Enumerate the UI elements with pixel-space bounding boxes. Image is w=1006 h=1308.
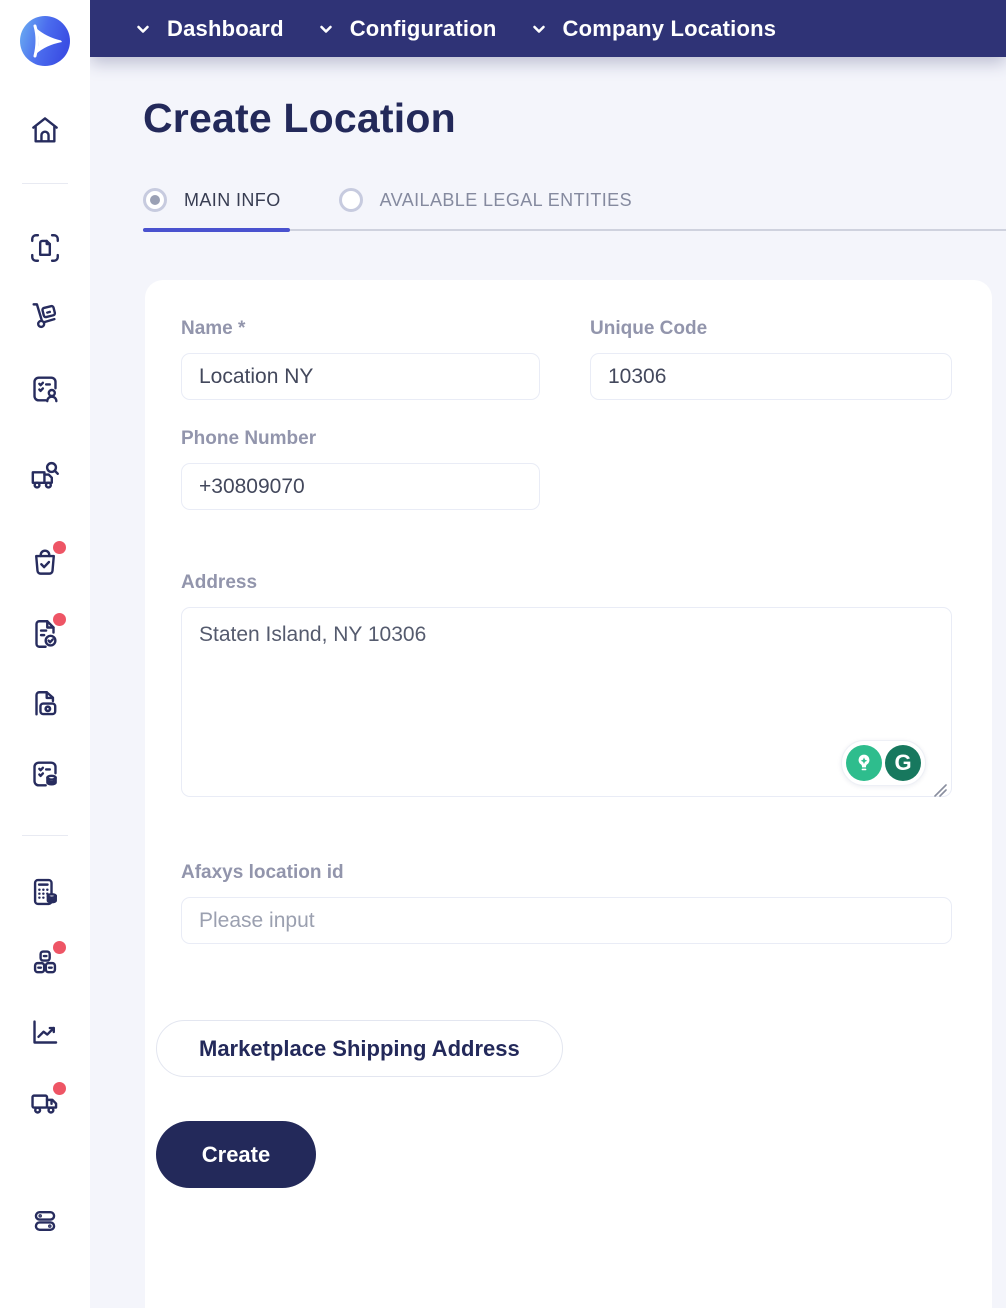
breadcrumb-company-locations[interactable]: Company Locations	[531, 16, 777, 42]
breadcrumb-dashboard[interactable]: Dashboard	[135, 16, 284, 42]
page-content: Create Location MAIN INFO AVAILABLE LEGA…	[90, 57, 1006, 1308]
notification-badge	[53, 541, 66, 554]
sidebar-item-document-scan[interactable]	[24, 227, 66, 269]
field-address: Address Staten Island, NY 10306 G	[181, 572, 952, 802]
toggles-icon	[34, 1211, 56, 1231]
sidebar-item-hand-truck[interactable]	[24, 295, 66, 337]
hand-truck-icon	[32, 303, 57, 329]
sidebar-item-home[interactable]	[24, 109, 66, 151]
sidebar-item-bag-check[interactable]	[24, 541, 66, 583]
unique-code-label: Unique Code	[590, 318, 708, 339]
sidebar	[0, 0, 90, 1308]
sidebar-item-clipboard-user[interactable]	[24, 368, 66, 410]
clipboard-user-icon	[33, 376, 58, 403]
notification-badge	[53, 1082, 66, 1095]
breadcrumb-topbar: Dashboard Configuration Company Location…	[90, 0, 1006, 57]
chevron-down-icon	[319, 25, 332, 33]
sidebar-item-document-check[interactable]	[24, 613, 66, 655]
sidebar-divider	[22, 183, 68, 184]
radio-unselected-icon	[338, 188, 363, 212]
name-input[interactable]	[181, 353, 540, 400]
document-scan-icon	[31, 234, 59, 262]
sidebar-item-boxes[interactable]	[24, 941, 66, 983]
chevron-down-icon	[532, 25, 545, 33]
tab-label: MAIN INFO	[184, 189, 281, 210]
document-card-icon	[35, 691, 57, 716]
sidebar-item-toggles[interactable]	[24, 1200, 66, 1242]
clipboard-coins-icon	[33, 761, 57, 787]
sidebar-item-calculator-coins[interactable]	[24, 871, 66, 913]
grammarly-widget[interactable]: G	[841, 740, 926, 786]
radio-selected-icon	[143, 188, 167, 212]
phone-label: Phone Number	[181, 428, 317, 449]
chevron-down-icon	[137, 25, 149, 33]
tab-bar: MAIN INFO AVAILABLE LEGAL ENTITIES	[143, 188, 1006, 212]
breadcrumb-configuration[interactable]: Configuration	[318, 16, 497, 42]
sidebar-divider	[22, 835, 68, 836]
page-title: Create Location	[143, 95, 456, 141]
phone-input[interactable]	[181, 463, 540, 510]
marketplace-shipping-address-button[interactable]: Marketplace Shipping Address	[156, 1020, 563, 1077]
sidebar-item-truck-search[interactable]	[24, 455, 66, 497]
notification-badge	[53, 613, 66, 626]
address-textarea[interactable]: Staten Island, NY 10306	[181, 607, 952, 797]
field-afaxys-location-id: Afaxys location id	[181, 862, 952, 944]
sidebar-item-document-card[interactable]	[24, 684, 66, 726]
afaxys-label: Afaxys location id	[181, 862, 344, 883]
form-card: Name * Unique Code Phone Number Address …	[145, 280, 992, 1308]
create-button[interactable]: Create	[156, 1121, 316, 1188]
field-phone: Phone Number	[181, 428, 540, 510]
address-label: Address	[181, 572, 258, 593]
lightbulb-suggestion-icon[interactable]	[846, 745, 882, 781]
main-area: Dashboard Configuration Company Location…	[90, 0, 1006, 1308]
tab-underline	[143, 228, 1006, 232]
chart-line-icon	[33, 1020, 58, 1044]
field-name: Name *	[181, 318, 540, 400]
breadcrumb-label[interactable]: Company Locations	[563, 16, 777, 42]
tab-available-legal-entities[interactable]: AVAILABLE LEGAL ENTITIES	[338, 188, 632, 212]
unique-code-input[interactable]	[590, 353, 952, 400]
name-label: Name *	[181, 318, 246, 339]
tab-label: AVAILABLE LEGAL ENTITIES	[379, 189, 632, 210]
breadcrumb-label[interactable]: Dashboard	[167, 16, 284, 42]
grammarly-logo-icon[interactable]: G	[885, 745, 921, 781]
tab-main-info[interactable]: MAIN INFO	[143, 188, 281, 212]
sidebar-item-clipboard-coins[interactable]	[24, 753, 66, 795]
calculator-coins-icon	[33, 878, 57, 906]
sidebar-item-chart-line[interactable]	[24, 1011, 66, 1053]
notification-badge	[53, 941, 66, 954]
afaxys-input[interactable]	[181, 897, 952, 944]
home-icon	[32, 117, 58, 143]
truck-search-icon	[31, 461, 59, 489]
field-unique-code: Unique Code	[590, 318, 952, 400]
brand-logo[interactable]	[19, 15, 71, 67]
sidebar-item-truck[interactable]	[24, 1082, 66, 1124]
breadcrumb-label[interactable]: Configuration	[350, 16, 497, 42]
textarea-resize-handle[interactable]	[934, 784, 947, 797]
